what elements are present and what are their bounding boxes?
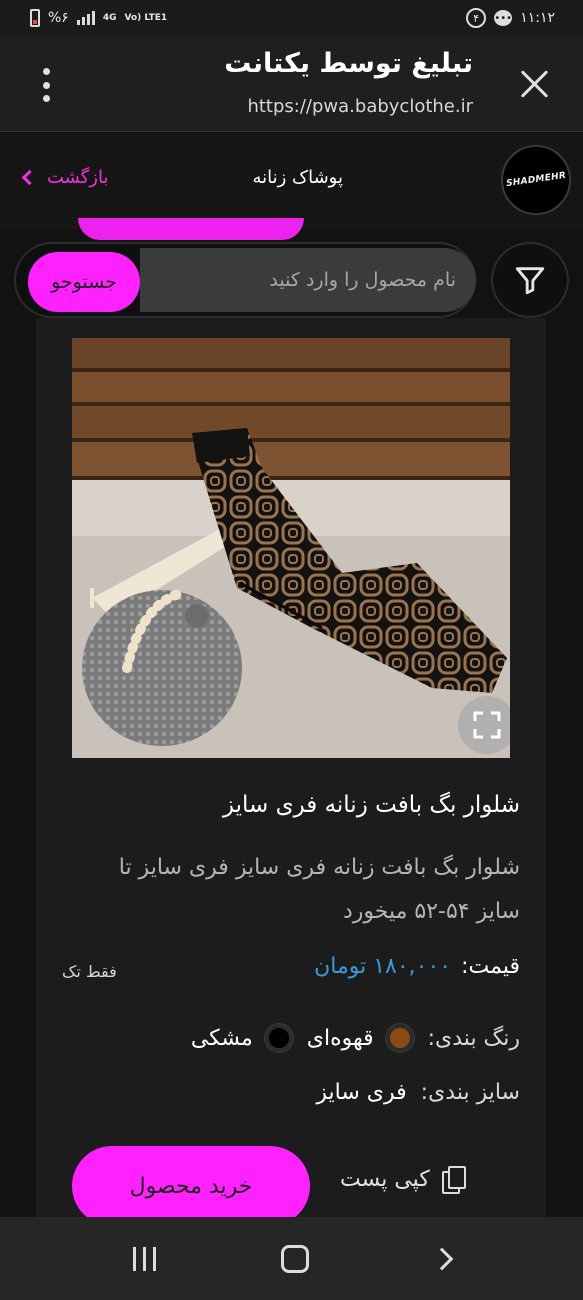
system-navigation-bar xyxy=(0,1217,583,1300)
search-input-wrapper xyxy=(140,248,476,312)
price-row: قیمت: ۱۸۰,۰۰۰ تومان xyxy=(314,954,520,979)
size-value[interactable]: فری سایز xyxy=(316,1080,406,1105)
site-logo[interactable]: SHADMEHR xyxy=(501,145,571,215)
buy-button[interactable]: خرید محصول xyxy=(72,1146,310,1226)
more-options-icon[interactable] xyxy=(40,68,52,102)
color-swatch xyxy=(264,1024,293,1052)
browser-url: https://pwa.babyclothe.ir xyxy=(247,96,473,117)
notification-count-icon: ۴ xyxy=(466,8,487,28)
color-name: مشکی xyxy=(190,1025,253,1051)
size-options: سایز بندی: فری سایز xyxy=(316,1080,520,1105)
product-description: شلوار بگ بافت زنانه فری سایز فری سایز تا… xyxy=(118,855,520,924)
battery-percent: %۶ xyxy=(48,10,69,26)
copy-post-button[interactable]: کپی پست xyxy=(340,1166,466,1194)
product-name: شلوار بگ بافت زنانه فری سایز xyxy=(222,792,520,818)
chevron-left-icon xyxy=(21,169,38,186)
sizes-label: سایز بندی: xyxy=(420,1080,520,1105)
page-title: پوشاک زنانه xyxy=(252,167,343,188)
category-tab-peek[interactable] xyxy=(78,218,304,240)
copy-post-label: کپی پست xyxy=(340,1166,430,1192)
product-card: شلوار بگ بافت زنانه فری سایز شلوار بگ با… xyxy=(36,318,546,1226)
colors-label: رنگ بندی: xyxy=(427,1025,520,1051)
logo-text: SHADMEHR xyxy=(505,170,567,190)
color-option-brown[interactable]: قهوه‌ای xyxy=(307,1024,414,1052)
browser-title: تبلیغ توسط یکتانت xyxy=(224,48,473,79)
color-option-black[interactable]: مشکی xyxy=(191,1024,293,1052)
expand-icon[interactable] xyxy=(458,696,510,754)
color-name: قهوه‌ای xyxy=(306,1025,374,1051)
search-button[interactable]: جستوجو xyxy=(28,252,140,312)
stock-badge: فقط تک xyxy=(62,962,117,981)
color-swatch xyxy=(385,1024,414,1052)
clock: ۱۱:۱۲ xyxy=(520,10,555,26)
network-type: 4G xyxy=(102,12,117,23)
status-bar-left: %۶ 4G Vo) LTE1 xyxy=(30,9,167,27)
recent-apps-icon[interactable] xyxy=(132,1246,156,1271)
close-icon[interactable] xyxy=(517,66,553,102)
filter-icon xyxy=(515,267,545,295)
chat-icon: ••• xyxy=(494,10,513,26)
volte-label: Vo) LTE1 xyxy=(124,12,168,23)
filter-button[interactable] xyxy=(491,242,569,318)
price-label: قیمت: xyxy=(461,954,520,979)
status-bar: %۶ 4G Vo) LTE1 ۴ ••• ۱۱:۱۲ xyxy=(0,0,583,36)
home-icon[interactable] xyxy=(280,1244,309,1273)
copy-icon xyxy=(441,1166,466,1194)
search-input[interactable] xyxy=(140,248,476,312)
back-button[interactable]: بازگشت xyxy=(21,167,109,188)
fullscreen-icon xyxy=(473,711,501,739)
site-header: SHADMEHR پوشاک زنانه بازگشت xyxy=(0,133,583,229)
signal-icon xyxy=(76,11,95,25)
color-options: رنگ بندی: قهوه‌ای مشکی xyxy=(191,1024,520,1052)
battery-icon xyxy=(30,9,40,27)
status-bar-right: ۴ ••• ۱۱:۱۲ xyxy=(466,8,555,28)
product-photo xyxy=(72,338,510,758)
back-label: بازگشت xyxy=(47,167,109,188)
product-image[interactable] xyxy=(72,338,510,758)
back-icon[interactable] xyxy=(430,1247,454,1270)
price-value: ۱۸۰,۰۰۰ تومان xyxy=(314,954,452,979)
search-bar: جستوجو xyxy=(14,242,476,318)
browser-toolbar: تبلیغ توسط یکتانت https://pwa.babyclothe… xyxy=(0,36,583,132)
